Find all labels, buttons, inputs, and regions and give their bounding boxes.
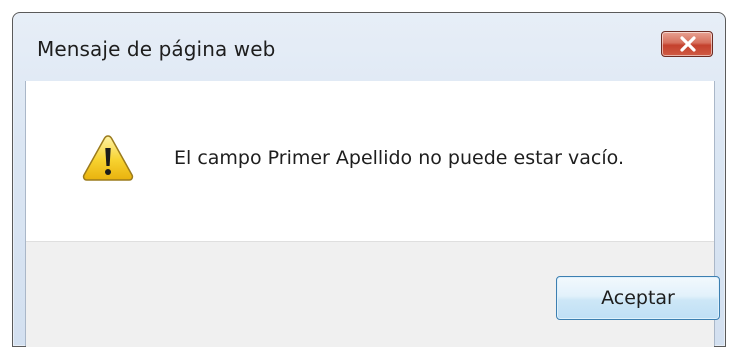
close-button[interactable] <box>661 31 713 57</box>
warning-icon <box>82 135 134 181</box>
message-text: El campo Primer Apellido no puede estar … <box>174 147 624 169</box>
button-area: Aceptar <box>26 241 720 347</box>
title-bar[interactable]: Mensaje de página web <box>13 13 725 81</box>
dialog-window: Mensaje de página web El campo Primer Ap… <box>12 12 726 347</box>
message-area: El campo Primer Apellido no puede estar … <box>26 81 714 241</box>
dialog-body: El campo Primer Apellido no puede estar … <box>25 81 720 347</box>
ok-button[interactable]: Aceptar <box>556 276 720 320</box>
close-icon <box>680 36 696 52</box>
dialog-title: Mensaje de página web <box>37 37 276 61</box>
